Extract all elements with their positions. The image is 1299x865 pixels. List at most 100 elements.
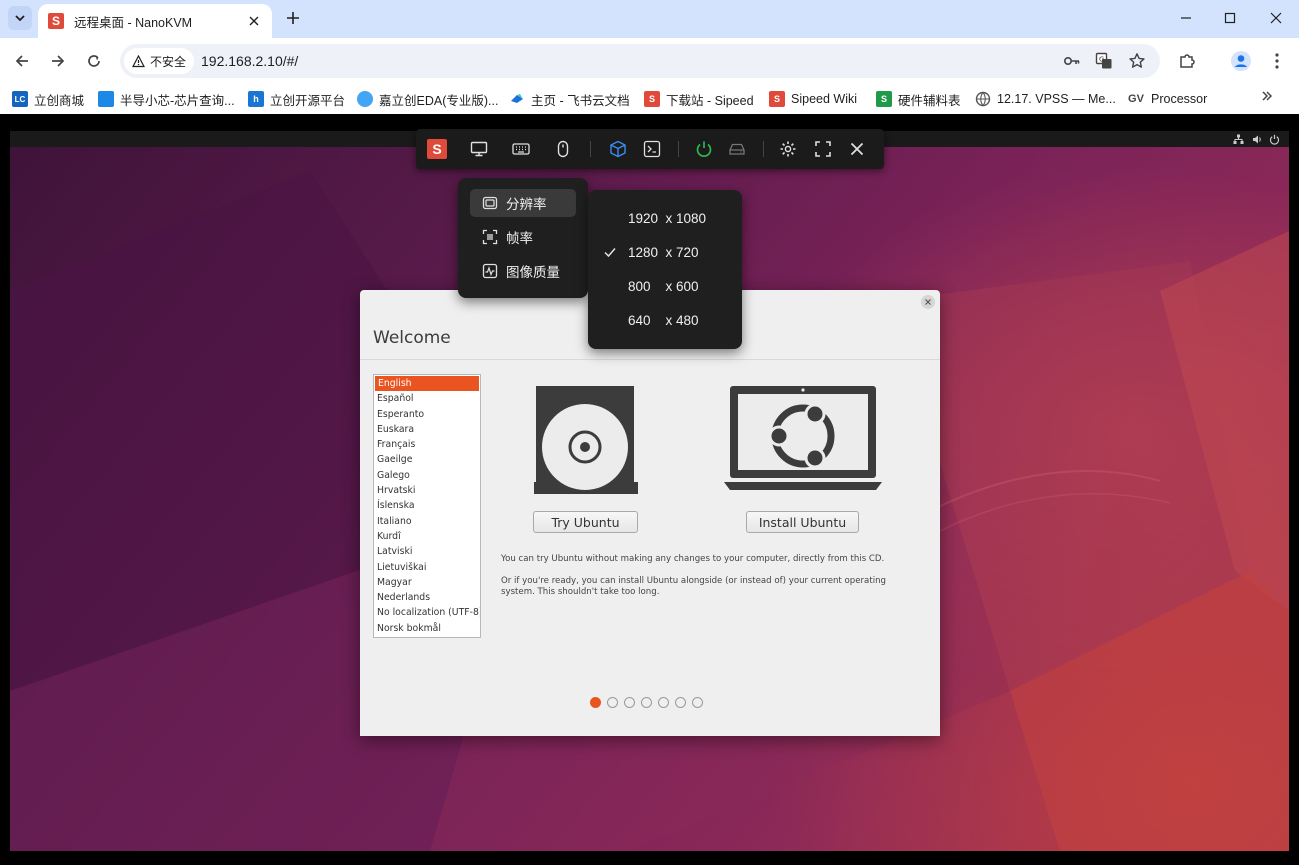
hard-drive-icon	[729, 143, 745, 155]
bookmark-item[interactable]: 半导小芯-芯片查询...	[98, 90, 235, 108]
resolution-option[interactable]: 640 x 480	[588, 305, 742, 335]
mouse-button[interactable]	[551, 137, 575, 161]
more-vertical-icon	[1275, 53, 1279, 69]
bookmark-item[interactable]: 嘉立创EDA(专业版)...	[357, 90, 498, 108]
page-dot	[675, 697, 686, 708]
resolution-label: 640 x 480	[628, 312, 699, 328]
bookmarks-overflow-button[interactable]	[1261, 89, 1273, 105]
close-toolbar-button[interactable]	[845, 137, 869, 161]
try-ubuntu-button[interactable]: Try Ubuntu	[533, 511, 638, 533]
language-item[interactable]: Norsk bokmål	[374, 621, 480, 636]
language-item[interactable]: Kurdî	[374, 529, 480, 544]
warning-triangle-icon	[132, 54, 145, 67]
terminal-icon	[643, 140, 661, 158]
browser-tab[interactable]: S 远程桌面 - NanoKVM	[38, 4, 272, 38]
bookmark-star-button[interactable]	[1127, 51, 1147, 71]
language-item[interactable]: Esperanto	[374, 407, 480, 422]
resolution-option[interactable]: 800 x 600	[588, 271, 742, 301]
arrow-left-icon	[15, 55, 28, 67]
bookmark-item[interactable]: 12.17. VPSS — Me...	[975, 90, 1116, 108]
install-ubuntu-button[interactable]: Install Ubuntu	[746, 511, 859, 533]
keyboard-button[interactable]	[509, 137, 533, 161]
power-button[interactable]	[692, 137, 716, 161]
language-item[interactable]: Euskara	[374, 422, 480, 437]
language-item[interactable]: Magyar	[374, 575, 480, 590]
resolution-option[interactable]: 1920 x 1080	[588, 203, 742, 233]
cube-icon	[610, 140, 626, 158]
resolution-label: 1920 x 1080	[628, 210, 707, 226]
close-window-button[interactable]	[1258, 4, 1294, 32]
language-list[interactable]: English Español Esperanto Euskara Français Ga…	[373, 374, 481, 638]
network-icon[interactable]	[1232, 133, 1244, 145]
browser-menu-button[interactable]	[1263, 47, 1291, 75]
bookmark-item[interactable]: S 下载站 - Sipeed	[644, 90, 754, 108]
language-item[interactable]: Italiano	[374, 514, 480, 529]
maximize-button[interactable]	[1212, 4, 1248, 32]
oshwhub-logo-icon: h	[248, 91, 264, 107]
installer-title: Welcome	[373, 328, 451, 348]
language-item[interactable]: Hrvatski	[374, 483, 480, 498]
bookmark-label: 硬件辅料表	[898, 93, 961, 108]
page-dot	[607, 697, 618, 708]
language-item[interactable]: Español	[374, 391, 480, 406]
bookmark-item[interactable]: S Sipeed Wiki	[769, 90, 857, 108]
page-dot	[692, 697, 703, 708]
volume-icon[interactable]	[1251, 133, 1263, 145]
page-dot	[658, 697, 669, 708]
menu-item-fps[interactable]: 帧率	[470, 223, 576, 251]
language-item[interactable]: Nederlands	[374, 590, 480, 605]
bookmark-item[interactable]: LC 立创商城	[12, 90, 84, 108]
language-item[interactable]: No localization (UTF-8)	[374, 605, 480, 620]
install-description: Or if you're ready, you can install Ubun…	[501, 576, 886, 597]
terminal-button[interactable]	[640, 137, 664, 161]
reload-icon	[88, 55, 100, 67]
address-bar[interactable]: 不安全 192.168.2.10/#/ G	[120, 44, 1160, 78]
security-indicator[interactable]: 不安全	[124, 48, 195, 74]
bookmark-item[interactable]: 主页 - 飞书云文档	[509, 90, 630, 108]
resolution-label: 1280 x 720	[628, 244, 699, 260]
toolbar-separator	[763, 141, 764, 157]
resolution-option[interactable]: 1280 x 720	[588, 237, 742, 267]
mouse-icon	[557, 140, 569, 158]
bookmark-label: 下载站 - Sipeed	[666, 93, 754, 108]
translate-button[interactable]: G	[1094, 51, 1114, 71]
password-key-button[interactable]	[1062, 51, 1082, 71]
bookmark-label: 12.17. VPSS — Me...	[997, 92, 1116, 106]
language-item[interactable]: Galego	[374, 468, 480, 483]
new-tab-button[interactable]	[281, 6, 305, 30]
settings-button[interactable]	[776, 137, 800, 161]
bookmark-item[interactable]: S 硬件辅料表	[876, 90, 961, 108]
language-item[interactable]: Gaeilge	[374, 452, 480, 467]
tab-close-button[interactable]	[246, 13, 262, 29]
hdd-status-button[interactable]	[725, 137, 749, 161]
forward-button[interactable]	[44, 47, 72, 75]
extensions-button[interactable]	[1173, 47, 1201, 75]
svg-text:G: G	[1099, 56, 1104, 64]
monitor-icon	[470, 141, 488, 157]
screen-settings-button[interactable]	[467, 137, 491, 161]
menu-item-quality[interactable]: 图像质量	[470, 257, 576, 285]
language-item[interactable]: Lietuviškai	[374, 560, 480, 575]
installer-close-button[interactable]	[921, 295, 935, 309]
tab-search-button[interactable]	[8, 6, 32, 30]
bookmark-item[interactable]: h 立创开源平台	[248, 90, 345, 108]
bookmark-item[interactable]: GV Processor	[1127, 90, 1207, 108]
language-item[interactable]: Français	[374, 437, 480, 452]
language-item[interactable]: Latviski	[374, 544, 480, 559]
check-icon	[604, 248, 616, 258]
back-button[interactable]	[8, 47, 36, 75]
language-item[interactable]: English	[375, 376, 479, 392]
nanokvm-logo-button[interactable]: S	[425, 137, 449, 161]
close-icon	[249, 16, 259, 26]
power-icon[interactable]	[1268, 133, 1280, 145]
virtual-media-button[interactable]	[606, 137, 630, 161]
cd-drive-illustration	[534, 386, 638, 494]
language-item[interactable]: Íslenska	[374, 498, 480, 513]
profile-button[interactable]	[1227, 47, 1255, 75]
fullscreen-button[interactable]	[811, 137, 835, 161]
translate-icon: G	[1095, 52, 1112, 69]
reload-button[interactable]	[80, 47, 108, 75]
menu-item-resolution[interactable]: 分辨率	[470, 189, 576, 217]
minimize-button[interactable]	[1168, 4, 1204, 32]
star-icon	[1129, 53, 1145, 68]
